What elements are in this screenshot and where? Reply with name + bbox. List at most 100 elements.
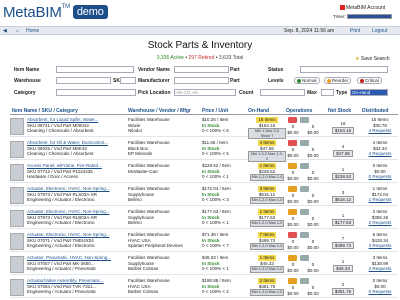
onhand-count[interactable]: 1 Items	[257, 209, 277, 215]
pick-location-input[interactable]: AB-CD, etc.	[174, 89, 236, 96]
level-reorder-toggle[interactable]: Reorder	[324, 77, 352, 84]
decrease-button[interactable]	[288, 186, 297, 192]
table-row[interactable]: Absorbent, for Oil & Water, Dustcontrol.…	[10, 139, 398, 163]
table-row[interactable]: Actuator/Valve Assembly, Pneumatic... SKU…	[10, 277, 398, 298]
col-warehouse[interactable]: Warehouse / Vendor / Mfgr	[128, 108, 191, 114]
vendor-name-input[interactable]	[174, 66, 229, 73]
item-category: Hardware / Door / Access	[27, 174, 79, 180]
dist-requests[interactable]: 2 Requests	[362, 266, 398, 272]
dist-requests[interactable]: 0 Requests	[362, 289, 398, 295]
item-thumbnail[interactable]	[10, 118, 24, 135]
min-max-badge: Min 1-2-0 Max 1-0	[249, 197, 285, 204]
table-row[interactable]: Actuator, Pneumatic, HVAC, Non-Spring...…	[10, 254, 398, 275]
decrease-button[interactable]	[288, 117, 297, 123]
max-input[interactable]	[321, 89, 334, 96]
onhand-count[interactable]: 1 Items	[257, 163, 277, 169]
warehouse-select[interactable]	[56, 77, 111, 84]
stock-range: 0 < 100% < 6	[202, 128, 229, 134]
back-icon[interactable]: ◀	[3, 28, 7, 34]
stock-range: 0 < 100% < 5	[202, 151, 229, 157]
category-label: Category	[14, 90, 36, 96]
item-thumbnail[interactable]	[10, 210, 24, 227]
col-price[interactable]: Price / Unit	[202, 108, 228, 114]
decrease-button[interactable]	[288, 163, 297, 169]
item-thumbnail[interactable]	[10, 164, 24, 181]
dist-requests[interactable]: 1 Requests	[362, 197, 398, 203]
decrease-button[interactable]	[288, 232, 297, 238]
count-input[interactable]	[260, 89, 305, 96]
account-icon	[340, 5, 345, 10]
status-select[interactable]	[300, 66, 388, 73]
stock-range: 0 < 100% < 3	[202, 197, 229, 203]
onhand-count[interactable]: 4 Items	[257, 140, 277, 146]
home-icon[interactable]: ⌂	[16, 28, 19, 34]
logo[interactable]: MetaBIMTM demo	[3, 4, 108, 21]
item-category: Engineering / Actuator / Pneumatic	[27, 266, 97, 272]
timer-bar	[346, 14, 392, 19]
dist-requests[interactable]: 4 Requests	[362, 128, 398, 134]
active-count[interactable]: 3,336 Active	[157, 55, 184, 61]
onhand-count[interactable]: 1 Items	[257, 255, 277, 261]
manufacturer-label: Manufacturer	[138, 78, 170, 84]
account-link[interactable]: MetaBIM Account	[340, 5, 385, 11]
status-counts: 3,336 Active • 297 Retired • 3,633 Total	[156, 55, 244, 61]
category-select[interactable]	[56, 89, 136, 96]
increase-button[interactable]	[300, 163, 309, 169]
sku-input[interactable]	[120, 77, 136, 84]
timer: Timer:	[333, 14, 392, 19]
col-onhand[interactable]: On-Hand	[248, 108, 269, 114]
increase-button[interactable]	[300, 209, 309, 215]
increase-button[interactable]	[300, 140, 309, 146]
onhand-count[interactable]: 16 Items	[256, 117, 278, 123]
increase-button[interactable]	[300, 255, 309, 261]
table-row[interactable]: Actuator, Electronic, HVAC, Non-Spring..…	[10, 231, 398, 252]
decrease-button[interactable]	[288, 255, 297, 261]
save-search-button[interactable]: ★ Save Search	[355, 56, 390, 62]
dist-requests[interactable]: 3 Requests	[362, 243, 398, 249]
dist-requests[interactable]: 2 Requests	[362, 220, 398, 226]
onhand-count[interactable]: 7 Items	[257, 232, 277, 238]
table-row[interactable]: Access Panel, w/Frame, Fire-Rated... SKU …	[10, 162, 398, 183]
total-count[interactable]: 3,633 Total	[219, 55, 243, 61]
decrease-button[interactable]	[288, 209, 297, 215]
increase-button[interactable]	[300, 278, 309, 284]
ops-in-value: $0.00	[307, 221, 319, 227]
logout-link[interactable]: Logout	[372, 28, 387, 34]
type-select[interactable]: On-Hand	[350, 89, 388, 96]
onhand-count[interactable]: 2 Items	[257, 278, 277, 284]
dist-requests[interactable]: 4 Requests	[362, 151, 398, 157]
onhand-count[interactable]: 3 Items	[257, 186, 277, 192]
item-thumbnail[interactable]	[10, 187, 24, 204]
item-name-link[interactable]: Actuator, Pneumatic, HVAC, Non-Spring...	[27, 255, 125, 261]
item-name-input[interactable]	[56, 66, 134, 73]
col-item[interactable]: Item Name / SKU / Category	[12, 108, 78, 114]
table-row[interactable]: Absorbent, for Liquid Spills, Water... SK…	[10, 116, 398, 140]
col-ops[interactable]: Operations	[286, 108, 312, 114]
increase-button[interactable]	[300, 186, 309, 192]
col-netstock[interactable]: Net Stock	[328, 108, 351, 114]
retired-count[interactable]: 297 Retired	[189, 55, 215, 61]
decrease-button[interactable]	[288, 140, 297, 146]
item-thumbnail[interactable]	[10, 279, 24, 296]
max-label: Max	[307, 90, 317, 96]
item-thumbnail[interactable]	[10, 233, 24, 250]
net-value: $228.52	[331, 172, 355, 181]
level-critical-toggle[interactable]: Critical	[357, 77, 382, 84]
critical-dot-icon	[360, 78, 364, 83]
decrease-button[interactable]	[288, 278, 297, 284]
dist-requests[interactable]: 0 Requests	[362, 174, 398, 180]
item-thumbnail[interactable]	[10, 256, 24, 273]
home-link[interactable]: Home	[26, 28, 39, 34]
manufacturer-input[interactable]	[174, 77, 229, 84]
item-mfgr: Spartan Peripheral Devices	[128, 243, 183, 249]
print-link[interactable]: Print	[350, 28, 360, 34]
item-thumbnail[interactable]	[10, 141, 24, 158]
level-normal-toggle[interactable]: Normal	[294, 77, 320, 84]
ops-out-value: $0.00	[287, 129, 299, 135]
increase-button[interactable]	[300, 232, 309, 238]
min-max-badge: Min 1-2-0 Max 1-0	[249, 243, 285, 250]
table-row[interactable]: Actuator, Electronic, HVAC, Non-Spring..…	[10, 208, 398, 229]
col-distributed[interactable]: Distributed	[362, 108, 388, 114]
increase-button[interactable]	[300, 117, 309, 123]
table-row[interactable]: Actuator, Electronic, HVAC, Non-Spring..…	[10, 185, 398, 206]
